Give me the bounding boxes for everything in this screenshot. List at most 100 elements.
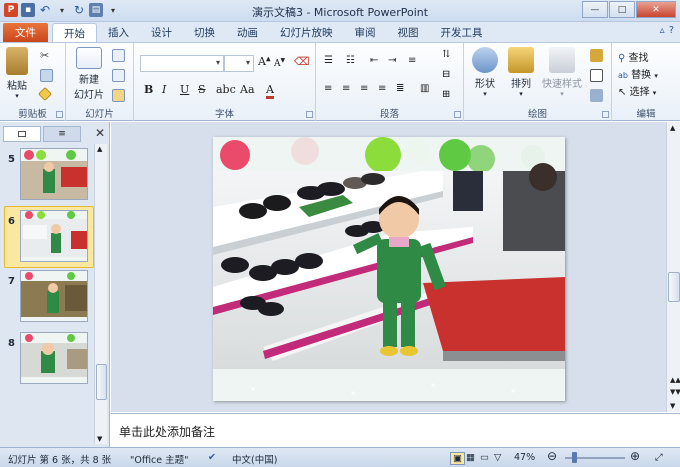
main-scroll-down-icon[interactable]: ▼ — [670, 402, 675, 410]
new-slide-button[interactable]: 新建 幻灯片 — [74, 47, 104, 101]
zoom-in-icon[interactable]: ⊕ — [630, 449, 640, 463]
slides-pane-scroll-thumb[interactable] — [96, 364, 107, 400]
language-indicator[interactable]: 中文(中国) — [232, 452, 277, 466]
zoom-slider-handle[interactable] — [572, 452, 577, 463]
tab-transitions[interactable]: 切换 — [183, 23, 226, 42]
fit-to-window-icon[interactable]: ⤢ — [655, 452, 663, 463]
select-label: 选择 — [629, 87, 650, 98]
increase-indent-icon[interactable]: ⇥ — [388, 55, 396, 66]
slide-thumbnail-5[interactable]: 5 — [6, 148, 92, 204]
clipboard-launcher-icon[interactable] — [56, 111, 63, 118]
shape-fill-icon[interactable] — [590, 49, 603, 62]
drawing-launcher-icon[interactable] — [602, 111, 609, 118]
prev-slide-icon[interactable]: ▲▲ — [670, 376, 680, 384]
copy-icon[interactable] — [40, 69, 53, 82]
main-scrollbar[interactable]: ▲ ▲▲ ▼▼ ▼ — [666, 122, 680, 412]
tab-home[interactable]: 开始 — [52, 23, 97, 42]
slide-thumbnail-8[interactable]: 8 — [6, 332, 92, 388]
next-slide-icon[interactable]: ▼▼ — [670, 388, 680, 396]
cut-icon[interactable]: ✂ — [40, 49, 53, 62]
scroll-down-arrow-icon[interactable]: ▼ — [97, 435, 102, 443]
find-button[interactable]: ⚲ 查找 — [618, 49, 649, 64]
shrink-font-icon[interactable]: A▼ — [274, 57, 285, 69]
change-case-icon[interactable]: Aa — [240, 83, 255, 96]
tab-outline-view[interactable]: ≡ — [43, 126, 81, 142]
char-spacing-icon[interactable]: abc — [216, 83, 236, 96]
shape-outline-icon[interactable] — [590, 69, 603, 82]
text-direction-icon[interactable]: ⇅ — [442, 49, 450, 60]
align-left-icon[interactable]: ≡ — [324, 83, 332, 94]
tab-slideshow[interactable]: 幻灯片放映 — [269, 23, 344, 42]
quick-styles-button[interactable]: 快速样式 ▾ — [542, 47, 582, 98]
tab-review[interactable]: 审阅 — [344, 23, 387, 42]
theme-name[interactable]: "Office 主题" — [130, 452, 189, 466]
maximize-button[interactable]: □ — [609, 1, 635, 18]
distributed-icon[interactable]: ≣ — [396, 83, 404, 94]
shapes-label: 形状 — [475, 79, 495, 90]
replace-button[interactable]: ab 替换 ▾ — [618, 66, 658, 81]
scroll-up-arrow-icon[interactable]: ▲ — [97, 145, 102, 153]
justify-icon[interactable]: ≡ — [378, 83, 386, 94]
pane-close-icon[interactable]: ✕ — [95, 126, 105, 140]
strikethrough-icon[interactable]: S — [198, 83, 206, 96]
underline-icon[interactable]: U — [180, 83, 189, 96]
minimize-button[interactable]: — — [582, 1, 608, 18]
spellcheck-icon[interactable]: ✔ — [208, 452, 216, 463]
slide-sorter-icon[interactable]: ▦ — [466, 452, 475, 463]
select-button[interactable]: ↖ 选择 ▾ — [618, 83, 656, 98]
italic-icon[interactable]: I — [162, 83, 166, 96]
paste-button[interactable]: 粘贴 ▾ — [6, 47, 28, 100]
slide-thumbnail-6[interactable]: 6 — [4, 206, 94, 268]
slide-thumbnail-7[interactable]: 7 — [6, 270, 92, 326]
zoom-out-icon[interactable]: ⊖ — [547, 449, 557, 463]
tab-developer[interactable]: 开发工具 — [430, 23, 494, 42]
window-controls: — □ ✕ — [582, 1, 676, 18]
shapes-button[interactable]: 形状 ▾ — [472, 47, 498, 98]
notes-placeholder[interactable]: 单击此处添加备注 — [119, 423, 215, 440]
bold-icon[interactable]: B — [144, 83, 153, 96]
paragraph-launcher-icon[interactable] — [454, 111, 461, 118]
align-center-icon[interactable]: ≡ — [342, 83, 350, 94]
reading-view-icon[interactable]: ▭ — [480, 452, 489, 463]
help-icon[interactable]: ? — [669, 25, 674, 36]
main-scroll-up-icon[interactable]: ▲ — [670, 124, 675, 132]
tab-file[interactable]: 文件 — [3, 23, 48, 42]
zoom-level[interactable]: 47% — [514, 452, 535, 463]
normal-view-icon[interactable]: ▣ — [450, 452, 465, 465]
tab-insert[interactable]: 插入 — [97, 23, 140, 42]
slides-pane-scrollbar[interactable]: ▲ ▼ — [94, 144, 107, 444]
font-size-dropdown[interactable]: ▾ — [224, 55, 254, 72]
tab-view[interactable]: 视图 — [387, 23, 430, 42]
current-slide[interactable] — [213, 137, 565, 401]
minimize-ribbon-icon[interactable]: ▵ — [660, 25, 665, 36]
bullets-icon[interactable]: ☰ — [324, 55, 333, 66]
font-color-icon[interactable]: A — [266, 83, 274, 99]
numbering-icon[interactable]: ☷ — [346, 55, 355, 66]
main-scroll-thumb[interactable] — [668, 272, 680, 302]
grow-font-icon[interactable]: A▲ — [258, 55, 271, 68]
clear-format-icon[interactable]: ⌫ — [294, 55, 310, 68]
slideshow-view-icon[interactable]: ▽ — [494, 452, 501, 463]
align-right-icon[interactable]: ≡ — [360, 83, 368, 94]
layout-icon[interactable] — [112, 49, 125, 62]
ribbon-tabs: 文件 开始 插入 设计 切换 动画 幻灯片放映 审阅 视图 开发工具 ▵ ? — [0, 22, 680, 42]
format-painter-icon[interactable] — [37, 86, 53, 102]
decrease-indent-icon[interactable]: ⇤ — [370, 55, 378, 66]
line-spacing-icon[interactable]: ≡ — [408, 55, 416, 66]
close-button[interactable]: ✕ — [636, 1, 676, 18]
font-launcher-icon[interactable] — [306, 111, 313, 118]
tab-slides-view[interactable] — [3, 126, 41, 142]
section-icon[interactable] — [112, 89, 125, 102]
smartart-icon[interactable]: ⊞ — [442, 89, 450, 100]
tab-animations[interactable]: 动画 — [226, 23, 269, 42]
notes-pane[interactable]: 单击此处添加备注 — [111, 413, 680, 447]
clipboard-group: 粘贴 ▾ ✂ 剪贴板 — [0, 43, 66, 121]
slide-number: 8 — [8, 338, 15, 349]
columns-icon[interactable]: ▥ — [420, 83, 429, 94]
shape-effects-icon[interactable] — [590, 89, 603, 102]
arrange-button[interactable]: 排列 ▾ — [508, 47, 534, 98]
reset-icon[interactable] — [112, 69, 125, 82]
tab-design[interactable]: 设计 — [140, 23, 183, 42]
font-name-dropdown[interactable]: ▾ — [140, 55, 224, 72]
align-text-icon[interactable]: ⊟ — [442, 69, 450, 80]
